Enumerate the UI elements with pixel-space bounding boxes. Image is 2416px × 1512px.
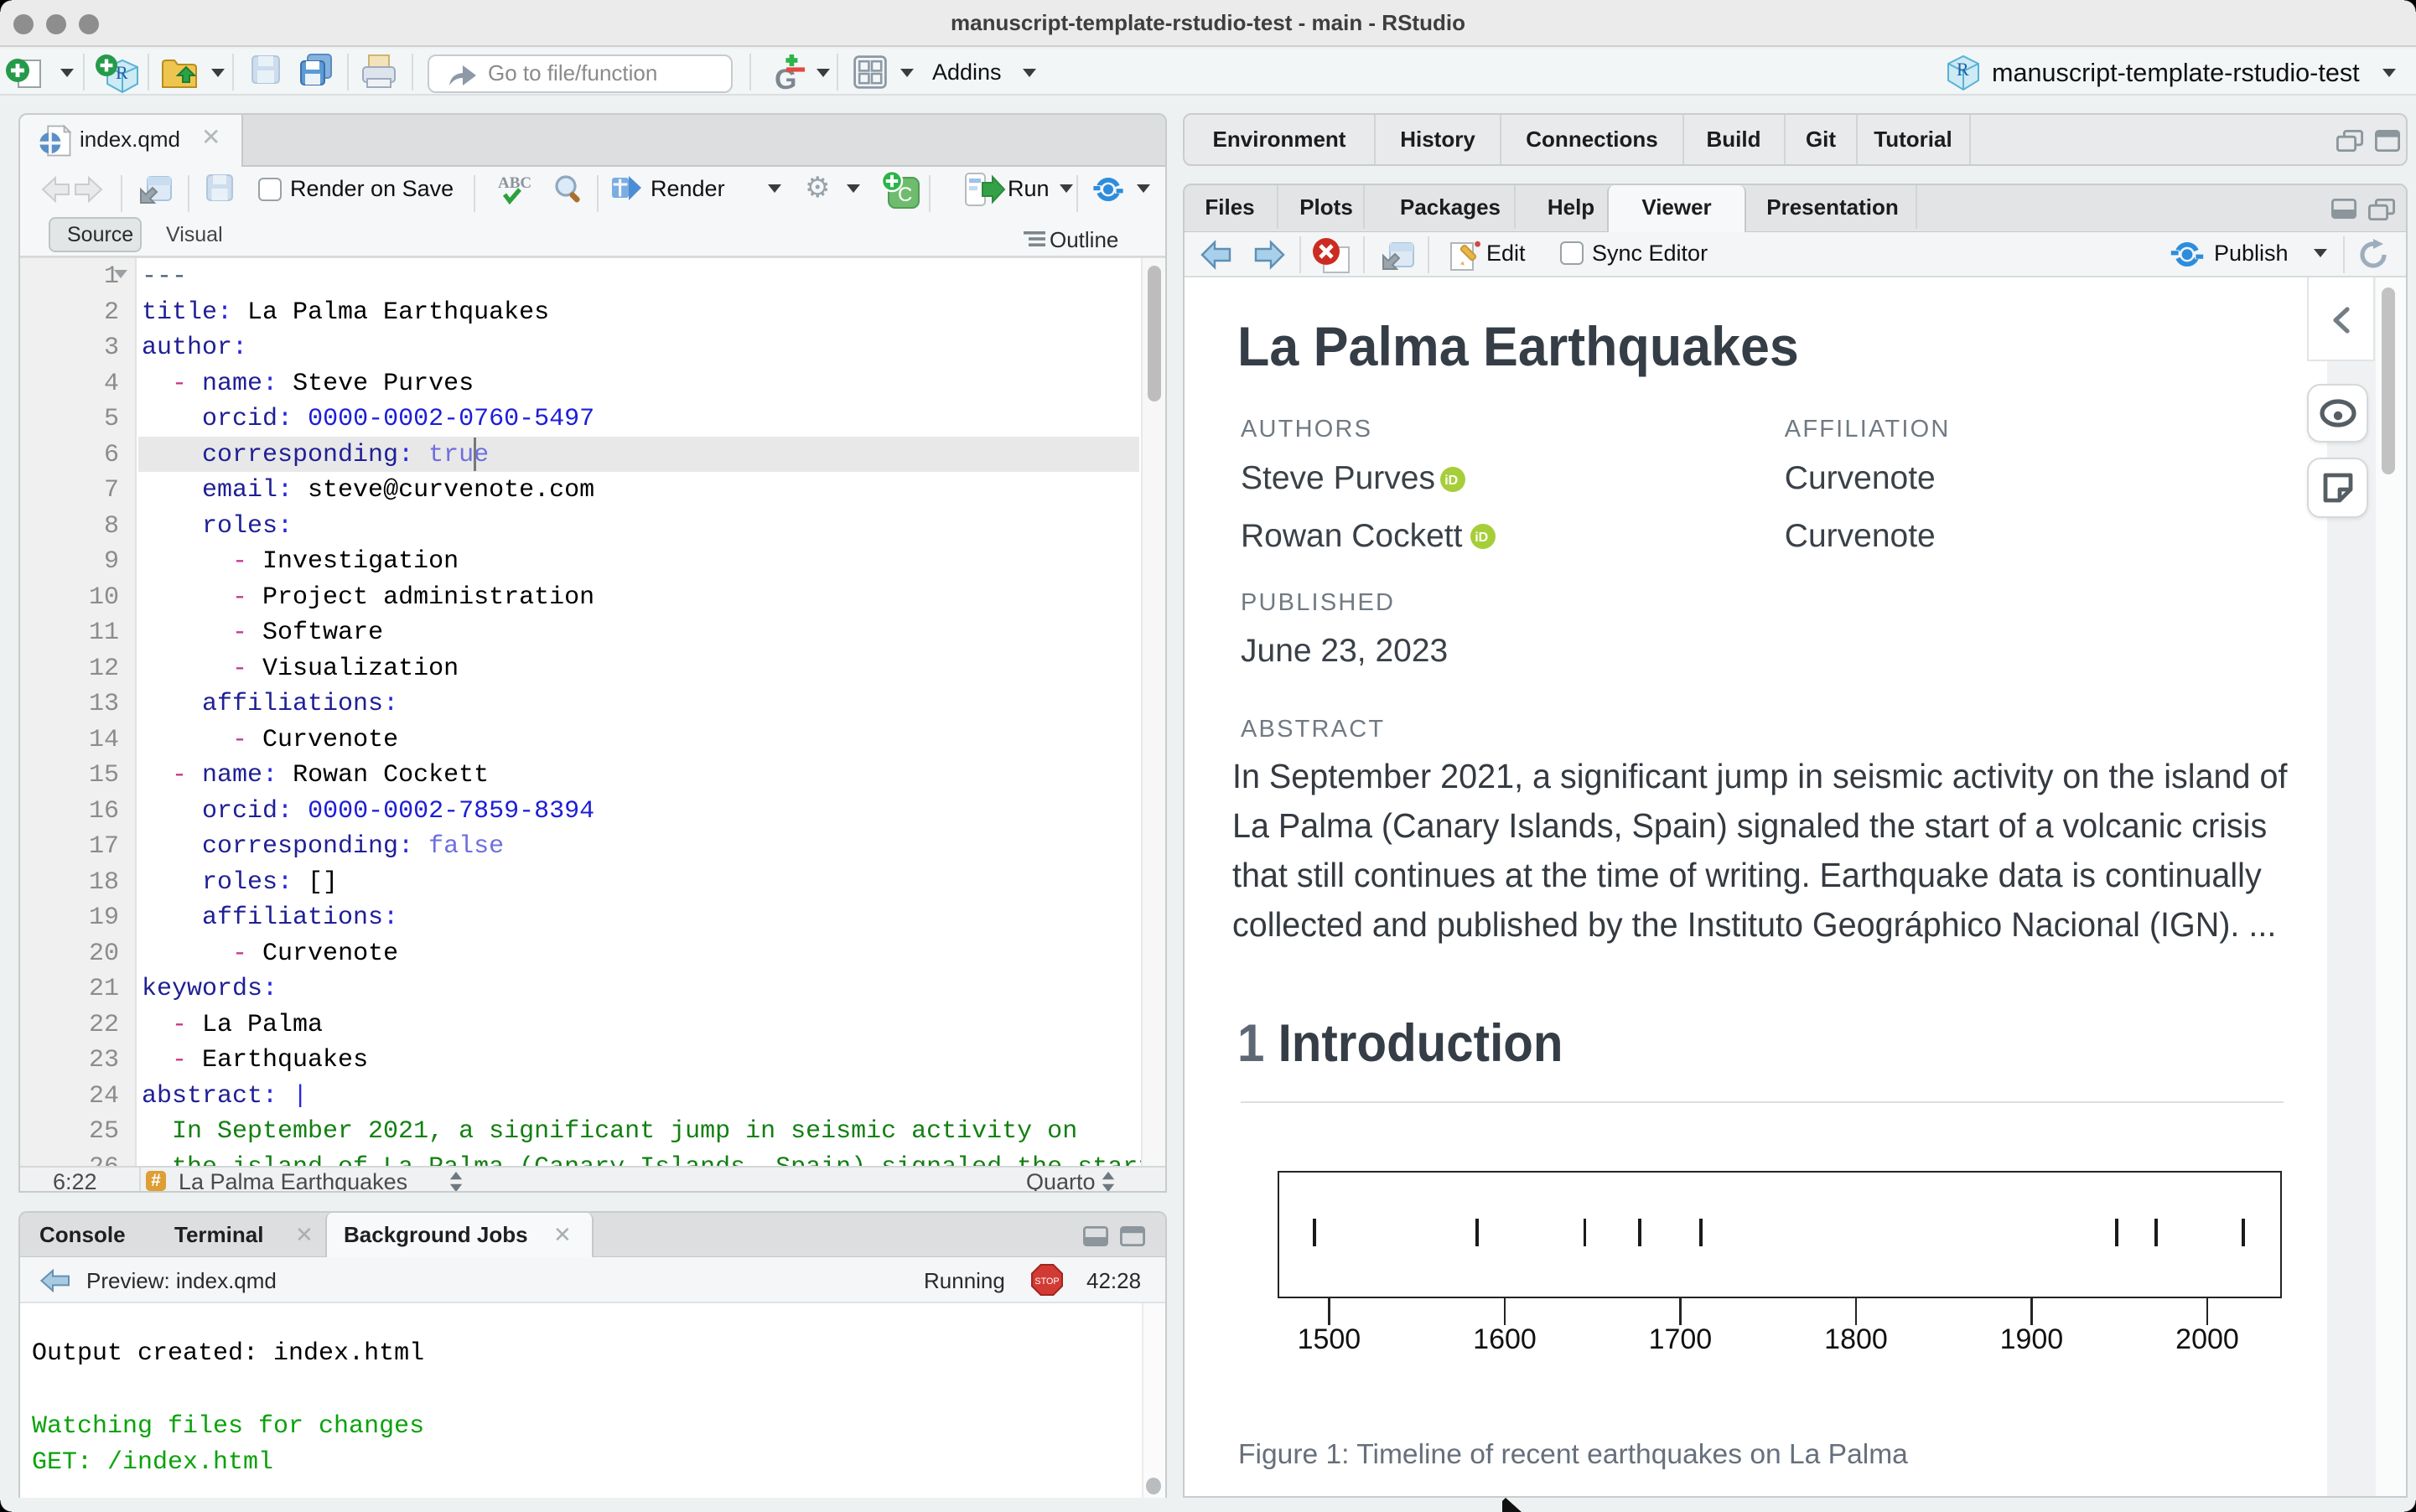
svg-text:iD: iD	[1475, 531, 1488, 546]
svg-text:STOP: STOP	[1034, 1276, 1059, 1287]
svg-text:R: R	[1957, 59, 1969, 80]
svg-text:R: R	[116, 62, 128, 83]
svg-text:iD: iD	[1444, 474, 1458, 489]
svg-text:ABC: ABC	[498, 174, 531, 192]
